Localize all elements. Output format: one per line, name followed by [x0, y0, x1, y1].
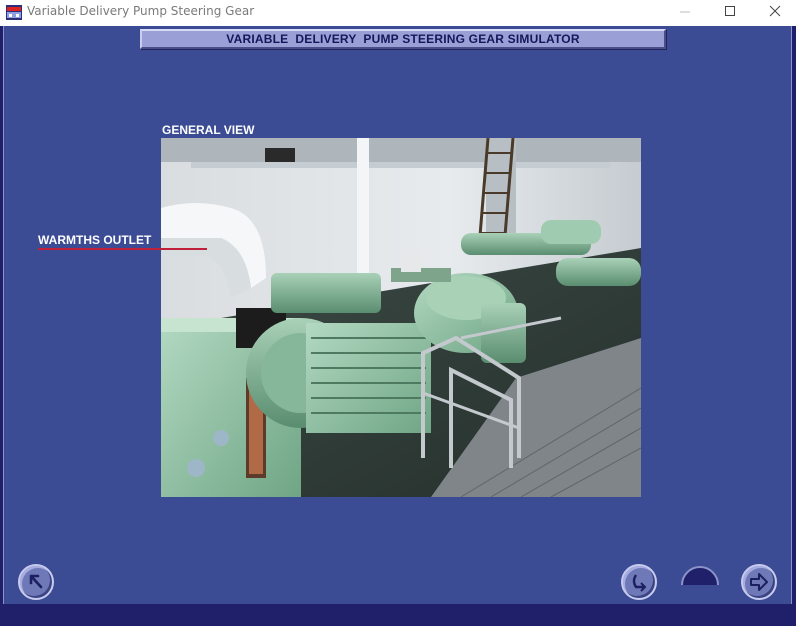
header-bar: VARIABLE DELIVERY PUMP STEERING GEAR SIM… — [140, 29, 666, 49]
simulator-canvas: VARIABLE DELIVERY PUMP STEERING GEAR SIM… — [3, 26, 792, 604]
minimize-icon — [680, 11, 690, 13]
machinery-illustration — [161, 138, 641, 497]
window-titlebar: Variable Delivery Pump Steering Gear — [0, 0, 796, 26]
window-title: Variable Delivery Pump Steering Gear — [27, 4, 255, 18]
back-arrow-icon — [29, 574, 43, 589]
menu-button[interactable] — [621, 564, 657, 600]
close-icon — [769, 5, 781, 17]
maximize-button[interactable] — [707, 0, 753, 26]
home-menu-icon — [632, 574, 647, 592]
steering-gear-machinery-photo — [161, 138, 641, 497]
app-client-area: VARIABLE DELIVERY PUMP STEERING GEAR SIM… — [0, 26, 796, 626]
minimize-button[interactable] — [662, 0, 708, 26]
photo-caption: GENERAL VIEW — [162, 123, 255, 137]
page-title: VARIABLE DELIVERY PUMP STEERING GEAR SIM… — [226, 32, 580, 46]
callout-pointer-line — [38, 248, 207, 250]
bottom-nav-bar — [0, 604, 796, 626]
callout-warmths-outlet: WARMTHS OUTLET — [38, 233, 152, 247]
app-ship-icon — [6, 5, 22, 20]
back-button[interactable] — [18, 564, 54, 600]
close-button[interactable] — [752, 0, 796, 26]
maximize-icon — [725, 6, 735, 16]
next-arrow-icon — [750, 573, 768, 591]
next-button[interactable] — [741, 564, 777, 600]
